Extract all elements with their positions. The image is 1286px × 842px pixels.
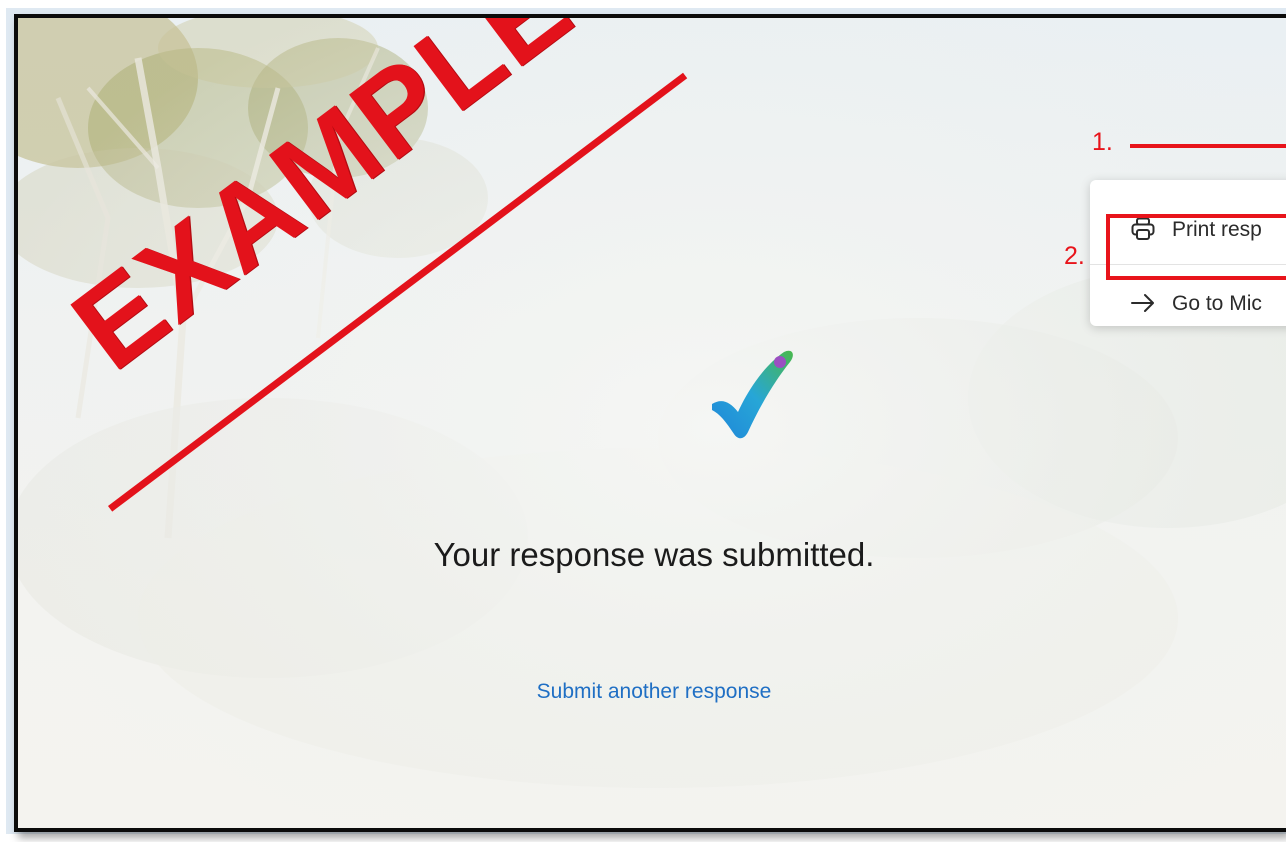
form-confirmation-screen: Your response was submitted. Submit anot… bbox=[14, 14, 1286, 832]
step-2-label: 2. bbox=[1064, 242, 1085, 270]
menu-item-go-to-microsoft-forms[interactable]: Go to Mic bbox=[1090, 276, 1286, 336]
submit-another-response-link[interactable]: Submit another response bbox=[18, 680, 1286, 704]
checkmark-icon bbox=[712, 350, 793, 439]
step-1-pointer-line bbox=[1130, 144, 1286, 148]
step-1-label: 1. bbox=[1092, 128, 1113, 156]
print-highlight-box bbox=[1106, 214, 1286, 280]
arrow-right-icon bbox=[1131, 294, 1154, 312]
menu-item-label: Go to Mic bbox=[1172, 292, 1262, 315]
confirmation-message: Your response was submitted. bbox=[433, 536, 875, 573]
